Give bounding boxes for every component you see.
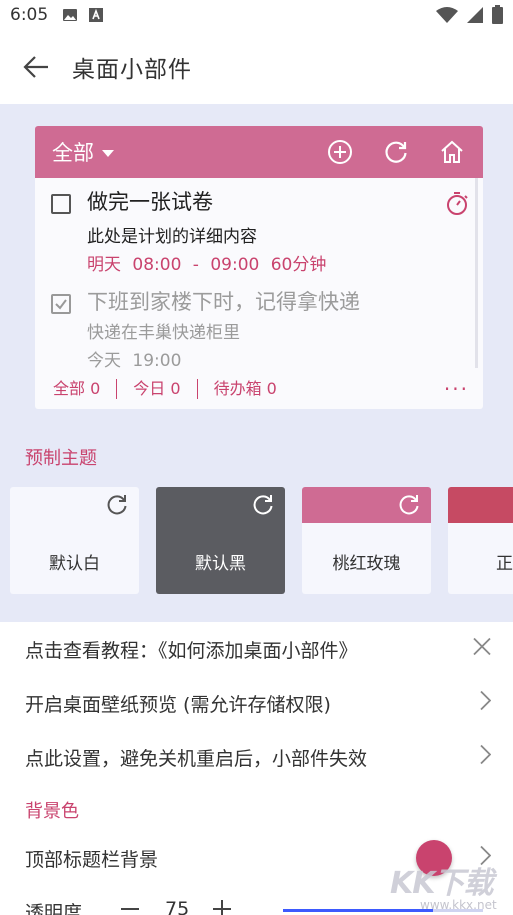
task-title: 做完一张试卷 xyxy=(87,190,213,214)
opacity-slider-fill xyxy=(283,909,433,912)
more-button[interactable]: ··· xyxy=(444,377,469,401)
theme-name: 默认白 xyxy=(49,554,100,574)
widget-preview: 全部 做完一张试卷 此处是计划的详细内容 明天 08:00 - 09:00 60… xyxy=(35,126,483,409)
watermark-logo: KK下载 xyxy=(390,866,493,901)
image-icon xyxy=(62,7,78,23)
wifi-icon xyxy=(436,6,458,29)
header-bg-label: 顶部标题栏背景 xyxy=(25,848,159,871)
task-checkbox-checked[interactable] xyxy=(51,294,71,314)
theme-name: 正 xyxy=(496,554,513,574)
battery-icon xyxy=(492,5,503,29)
tutorial-row[interactable]: 点击查看教程：《如何添加桌面小部件》 xyxy=(0,622,513,676)
minus-icon[interactable] xyxy=(121,908,139,910)
close-icon[interactable] xyxy=(473,637,491,661)
refresh-icon xyxy=(105,493,129,522)
task-time: 今天 19:00 xyxy=(87,351,182,371)
widget-header: 全部 xyxy=(35,126,483,178)
timer-icon[interactable] xyxy=(445,190,469,220)
caret-down-icon xyxy=(102,149,114,157)
page-title: 桌面小部件 xyxy=(72,57,192,83)
status-time: 6:05 xyxy=(10,5,49,25)
theme-color-band xyxy=(448,487,513,523)
task-desc: 快递在丰巢快递柜里 xyxy=(87,323,240,343)
themes-section-label: 预制主题 xyxy=(25,448,97,469)
restart-fix-row[interactable]: 点此设置，避免关机重启后，小部件失效 xyxy=(0,730,513,784)
widget-filter-dropdown[interactable]: 全部 xyxy=(52,137,114,167)
theme-name: 默认黑 xyxy=(195,554,246,574)
scrollbar[interactable] xyxy=(475,178,478,368)
theme-card-partial[interactable]: 正 xyxy=(448,487,513,594)
app-bar: 桌面小部件 xyxy=(0,30,513,104)
footer-tab-today[interactable]: 今日 0 xyxy=(116,379,196,399)
task-title: 下班到家楼下时，记得拿快递 xyxy=(87,290,360,314)
status-bar: 6:05 xyxy=(0,0,513,30)
theme-card-default-white[interactable]: 默认白 xyxy=(10,487,139,594)
font-icon xyxy=(88,7,104,23)
footer-tab-inbox[interactable]: 待办箱 0 xyxy=(196,379,293,399)
refresh-icon xyxy=(251,493,275,522)
restart-fix-label: 点此设置，避免关机重启后，小部件失效 xyxy=(25,747,368,770)
widget-footer: 全部 0 今日 0 待办箱 0 ··· xyxy=(35,369,483,409)
task-checkbox[interactable] xyxy=(51,194,71,214)
watermark-url: www.kkx.net xyxy=(420,898,497,912)
theme-name: 桃红玫瑰 xyxy=(332,554,401,574)
plus-icon-vertical xyxy=(221,900,223,915)
chevron-right-icon xyxy=(480,744,492,770)
opacity-label: 透明度 xyxy=(25,902,83,915)
add-circle-icon[interactable] xyxy=(323,135,357,169)
opacity-value: 75 xyxy=(165,898,190,915)
wallpaper-preview-row[interactable]: 开启桌面壁纸预览 (需允许存储权限) xyxy=(0,676,513,730)
refresh-icon xyxy=(397,493,421,522)
task-desc: 此处是计划的详细内容 xyxy=(87,227,257,247)
back-button[interactable] xyxy=(0,30,72,104)
theme-card-peach-rose[interactable]: 桃红玫瑰 xyxy=(302,487,431,594)
widget-preview-area: 全部 做完一张试卷 此处是计划的详细内容 明天 08:00 - 09:00 60… xyxy=(0,104,513,622)
signal-icon xyxy=(466,6,484,29)
home-icon[interactable] xyxy=(435,135,469,169)
refresh-icon[interactable] xyxy=(379,135,413,169)
tutorial-label: 点击查看教程：《如何添加桌面小部件》 xyxy=(25,639,358,662)
task-time: 明天 08:00 - 09:00 60分钟 xyxy=(87,255,327,275)
theme-card-default-black[interactable]: 默认黑 xyxy=(156,487,285,594)
chevron-right-icon xyxy=(480,690,492,716)
bg-color-section-label: 背景色 xyxy=(25,801,79,822)
wallpaper-preview-label: 开启桌面壁纸预览 (需允许存储权限) xyxy=(25,693,331,716)
footer-tab-all[interactable]: 全部 0 xyxy=(53,379,116,399)
widget-filter-label: 全部 xyxy=(52,141,94,165)
check-icon xyxy=(55,299,67,310)
arrow-left-icon xyxy=(23,56,48,78)
